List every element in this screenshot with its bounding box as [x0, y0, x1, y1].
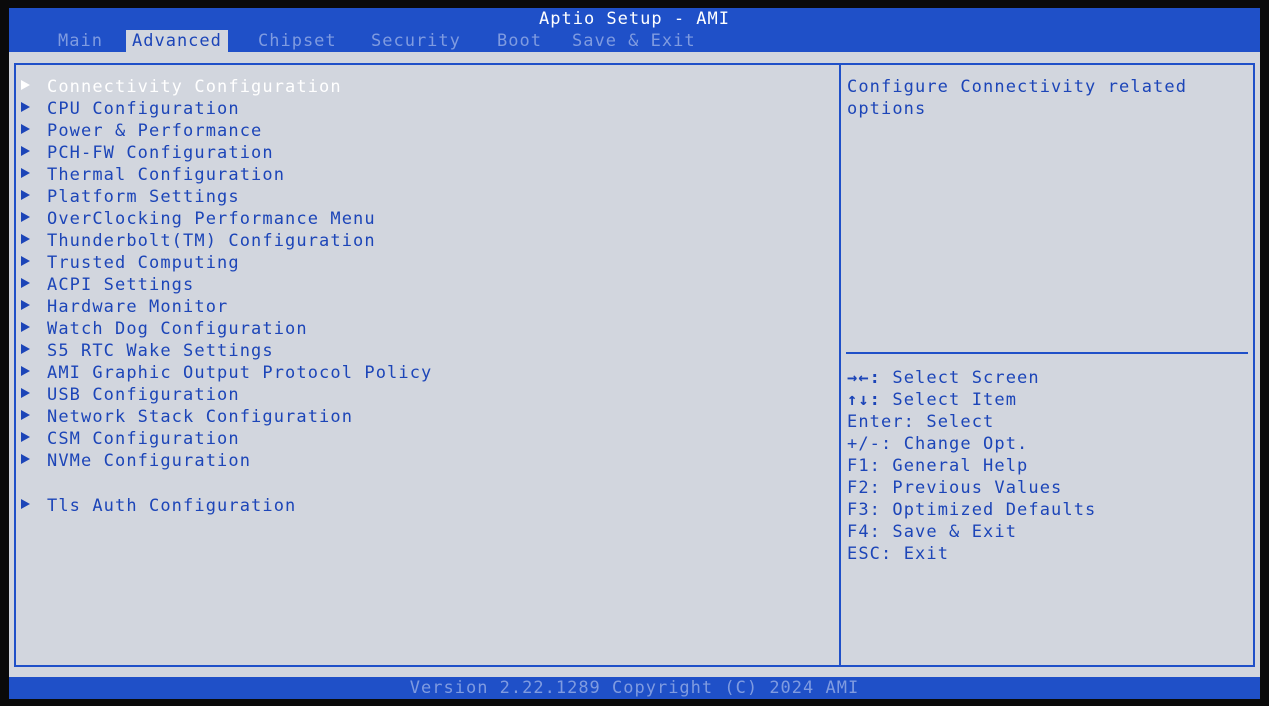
menu-item-label: Network Stack Configuration [47, 407, 354, 427]
menu-item-hardware-monitor[interactable]: Hardware Monitor [21, 296, 228, 318]
submenu-arrow-icon [21, 344, 30, 354]
menu-item-cpu-configuration[interactable]: CPU Configuration [21, 98, 240, 120]
key-label: F4: [847, 522, 882, 542]
menu-item-usb-configuration[interactable]: USB Configuration [21, 384, 240, 406]
submenu-arrow-icon [21, 300, 30, 310]
key-label: ESC: [847, 544, 893, 564]
submenu-arrow-icon [21, 278, 30, 288]
menu-item-overclocking-performance-menu[interactable]: OverClocking Performance Menu [21, 208, 376, 230]
menu-item-pch-fw-configuration[interactable]: PCH-FW Configuration [21, 142, 274, 164]
submenu-arrow-icon [21, 388, 30, 398]
key-hint-f4: F4: Save & Exit [847, 521, 1017, 543]
menu-item-label: Thermal Configuration [47, 165, 286, 185]
menu-item-label: AMI Graphic Output Protocol Policy [47, 363, 433, 383]
item-help-text: Configure Connectivity related options [847, 77, 1188, 119]
menu-item-csm-configuration[interactable]: CSM Configuration [21, 428, 240, 450]
key-action: Save & Exit [892, 522, 1018, 542]
menu-item-connectivity-configuration[interactable]: Connectivity Configuration [21, 76, 342, 98]
menu-item-label: NVMe Configuration [47, 451, 252, 471]
submenu-arrow-icon [21, 102, 30, 112]
submenu-arrow-icon [21, 124, 30, 134]
key-label: F1: [847, 456, 882, 476]
key-hint-change-opt: +/-: Change Opt. [847, 433, 1028, 455]
help-divider [846, 352, 1248, 354]
main-menu-panel: Connectivity Configuration CPU Configura… [14, 63, 841, 667]
key-hint-select-screen: →←: Select Screen [847, 367, 1040, 389]
menu-item-acpi-settings[interactable]: ACPI Settings [21, 274, 194, 296]
key-label: F2: [847, 478, 882, 498]
menu-item-label: S5 RTC Wake Settings [47, 341, 274, 361]
menu-item-watch-dog-configuration[interactable]: Watch Dog Configuration [21, 318, 308, 340]
setup-title: Aptio Setup - AMI [539, 9, 730, 29]
key-hint-enter: Enter: Select [847, 411, 994, 433]
menu-item-label: ACPI Settings [47, 275, 195, 295]
menu-item-label: USB Configuration [47, 385, 240, 405]
key-label: →←: [847, 368, 882, 388]
tab-bar: Main Advanced Chipset Security Boot Save… [9, 30, 1260, 52]
menu-item-label: Tls Auth Configuration [47, 496, 297, 516]
submenu-arrow-icon [21, 499, 30, 509]
menu-item-platform-settings[interactable]: Platform Settings [21, 186, 240, 208]
key-action: Exit [903, 544, 950, 564]
key-action: Change Opt. [903, 434, 1029, 454]
menu-item-label: CSM Configuration [47, 429, 240, 449]
menu-item-label: Connectivity Configuration [47, 77, 342, 97]
menu-item-label: OverClocking Performance Menu [47, 209, 376, 229]
tab-advanced[interactable]: Advanced [126, 30, 228, 52]
submenu-arrow-icon [21, 432, 30, 442]
menu-item-trusted-computing[interactable]: Trusted Computing [21, 252, 240, 274]
key-action: Select Screen [892, 368, 1040, 388]
menu-item-tls-auth-configuration[interactable]: Tls Auth Configuration [21, 495, 296, 517]
submenu-arrow-icon [21, 366, 30, 376]
submenu-arrow-icon [21, 256, 30, 266]
key-action: Select Item [892, 390, 1018, 410]
version-footer: Version 2.22.1289 Copyright (C) 2024 AMI [9, 677, 1260, 699]
menu-item-ami-graphic-output-protocol-policy[interactable]: AMI Graphic Output Protocol Policy [21, 362, 432, 384]
submenu-arrow-icon [21, 168, 30, 178]
menu-item-s5-rtc-wake-settings[interactable]: S5 RTC Wake Settings [21, 340, 274, 362]
menu-item-label: Trusted Computing [47, 253, 240, 273]
menu-item-label: Watch Dog Configuration [47, 319, 308, 339]
submenu-arrow-icon [21, 410, 30, 420]
key-hint-select-item: ↑↓: Select Item [847, 389, 1017, 411]
submenu-arrow-icon [21, 212, 30, 222]
key-action: Optimized Defaults [892, 500, 1097, 520]
menu-item-nvme-configuration[interactable]: NVMe Configuration [21, 450, 251, 472]
tab-chipset[interactable]: Chipset [258, 30, 337, 52]
submenu-arrow-icon [21, 234, 30, 244]
key-label: +/-: [847, 434, 893, 454]
help-panel: Configure Connectivity related options →… [839, 63, 1255, 667]
key-label: Enter: [847, 412, 916, 432]
key-action: Select [926, 412, 995, 432]
top-bar: Aptio Setup - AMI Main Advanced Chipset … [9, 8, 1260, 52]
submenu-arrow-icon [21, 322, 30, 332]
submenu-arrow-icon [21, 190, 30, 200]
key-action: General Help [892, 456, 1029, 476]
tab-main[interactable]: Main [58, 30, 103, 52]
submenu-arrow-icon [21, 80, 30, 90]
menu-item-label: PCH-FW Configuration [47, 143, 274, 163]
tab-save-exit[interactable]: Save & Exit [572, 30, 696, 52]
menu-item-power-performance[interactable]: Power & Performance [21, 120, 262, 142]
menu-item-thermal-configuration[interactable]: Thermal Configuration [21, 164, 285, 186]
menu-item-label: Platform Settings [47, 187, 240, 207]
key-hint-f1: F1: General Help [847, 455, 1028, 477]
key-action: Previous Values [892, 478, 1063, 498]
key-hint-f3: F3: Optimized Defaults [847, 499, 1096, 521]
submenu-arrow-icon [21, 454, 30, 464]
key-label: ↑↓: [847, 390, 882, 410]
menu-item-label: Hardware Monitor [47, 297, 229, 317]
key-hint-f2: F2: Previous Values [847, 477, 1062, 499]
menu-item-thunderbolt-configuration[interactable]: Thunderbolt(TM) Configuration [21, 230, 376, 252]
bios-screen: Aptio Setup - AMI Main Advanced Chipset … [9, 8, 1260, 699]
menu-item-network-stack-configuration[interactable]: Network Stack Configuration [21, 406, 353, 428]
tab-boot[interactable]: Boot [497, 30, 542, 52]
tab-security[interactable]: Security [371, 30, 461, 52]
key-label: F3: [847, 500, 882, 520]
menu-item-label: CPU Configuration [47, 99, 240, 119]
menu-item-label: Power & Performance [47, 121, 263, 141]
submenu-arrow-icon [21, 146, 30, 156]
menu-item-label: Thunderbolt(TM) Configuration [47, 231, 376, 251]
key-hint-esc: ESC: Exit [847, 543, 949, 565]
